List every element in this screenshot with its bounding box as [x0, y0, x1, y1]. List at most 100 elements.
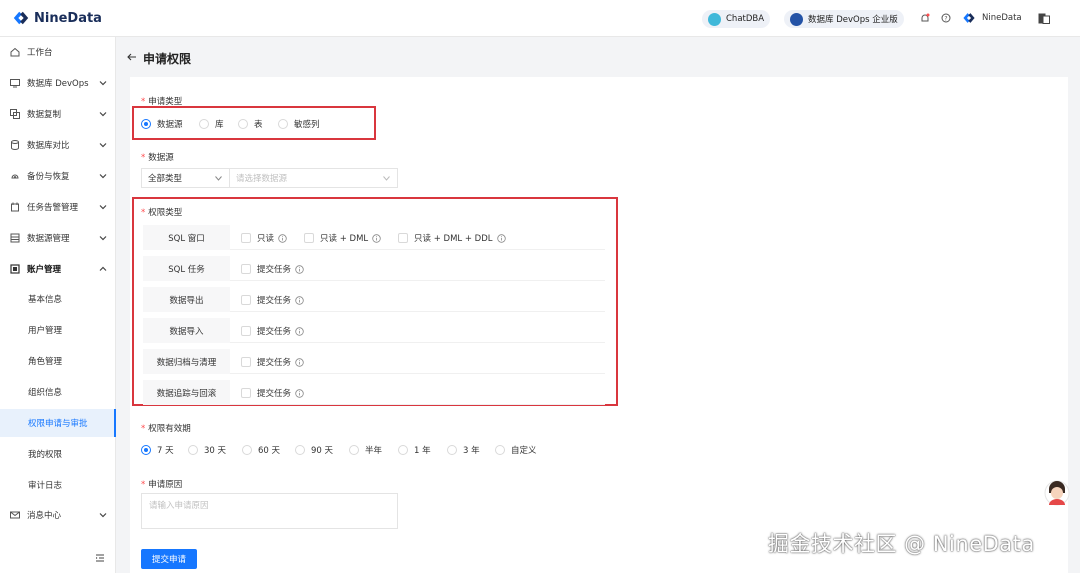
- permission-row-label: 数据追踪与回滚: [143, 380, 230, 405]
- info-icon[interactable]: [295, 388, 304, 398]
- checkbox-box: [241, 388, 251, 398]
- radio-custom[interactable]: 自定义: [495, 444, 537, 456]
- radio-60-days[interactable]: 60 天: [242, 444, 280, 456]
- info-icon[interactable]: [278, 233, 287, 243]
- radio-circle: [349, 445, 359, 455]
- product-edition-label: 数据库 DevOps 企业版: [808, 15, 898, 25]
- monitor-icon: [10, 79, 20, 88]
- user-name: NineData: [982, 13, 1022, 23]
- back-arrow-icon[interactable]: [127, 53, 137, 61]
- sidebar-item-label: 数据库 DevOps: [27, 79, 89, 89]
- sidebar-item-backup[interactable]: 备份与恢复: [0, 163, 116, 189]
- radio-7-days[interactable]: 7 天: [141, 444, 174, 456]
- radio-sensitive-column[interactable]: 敏感列: [278, 118, 320, 130]
- permission-row-label: 数据归档与清理: [143, 349, 230, 374]
- checkbox-readonly-dml[interactable]: 只读 + DML: [304, 232, 381, 244]
- radio-database[interactable]: 库: [199, 118, 224, 130]
- radio-90-days[interactable]: 90 天: [295, 444, 333, 456]
- radio-table[interactable]: 表: [238, 118, 263, 130]
- ninedata-logo-icon: [13, 11, 29, 25]
- radio-circle: [238, 119, 248, 129]
- user-menu[interactable]: NineData: [962, 11, 1022, 25]
- sidebar-subitem-roles[interactable]: 角色管理: [0, 347, 116, 375]
- chatdba-button[interactable]: ChatDBA: [702, 10, 771, 28]
- checkbox-submit-task[interactable]: 提交任务: [241, 356, 304, 368]
- sidebar-item-datasource[interactable]: 数据源管理: [0, 225, 116, 251]
- checkbox-readonly-dml-ddl[interactable]: 只读 + DML + DDL: [398, 232, 506, 244]
- info-icon[interactable]: [295, 326, 304, 336]
- radio-30-days[interactable]: 30 天: [188, 444, 226, 456]
- sidebar-item-label: 消息中心: [27, 511, 62, 521]
- sidebar-item-alarm[interactable]: 任务告警管理: [0, 194, 116, 220]
- watermark: 掘金技术社区 @ NineData: [768, 532, 1035, 556]
- reason-placeholder: 请输入申请原因: [149, 501, 209, 511]
- compare-icon: [11, 140, 19, 150]
- account-icon: [10, 264, 20, 274]
- sidebar-item-label: 备份与恢复: [27, 172, 70, 182]
- reason-textarea[interactable]: 请输入申请原因: [141, 493, 398, 529]
- chevron-up-icon: [99, 266, 107, 271]
- info-icon[interactable]: [295, 264, 304, 274]
- radio-circle: [188, 445, 198, 455]
- radio-3-years[interactable]: 3 年: [447, 444, 480, 456]
- sidebar-subitem-permission-approval[interactable]: 权限申请与审批: [0, 409, 116, 437]
- alarm-icon: [11, 202, 19, 212]
- datasource-type-select[interactable]: 全部类型: [141, 168, 230, 188]
- support-avatar-icon[interactable]: [1044, 479, 1070, 507]
- sidebar-item-messages[interactable]: 消息中心: [0, 502, 116, 528]
- checkbox-box: [304, 233, 314, 243]
- page-header: 申请权限: [117, 37, 1080, 75]
- permission-row-sql-task: SQL 任务 提交任务: [143, 256, 605, 281]
- checkbox-submit-task[interactable]: 提交任务: [241, 325, 304, 337]
- sidebar-subitem-audit-log[interactable]: 审计日志: [0, 471, 116, 499]
- sidebar-item-devops[interactable]: 数据库 DevOps: [0, 70, 116, 96]
- radio-circle: [242, 445, 252, 455]
- permission-row-label: SQL 任务: [143, 256, 230, 281]
- radio-circle: [295, 445, 305, 455]
- info-icon[interactable]: [295, 295, 304, 305]
- sidebar-item-replication[interactable]: 数据复制: [0, 101, 116, 127]
- sidebar-subitem-my-permissions[interactable]: 我的权限: [0, 440, 116, 468]
- product-edition-button[interactable]: 数据库 DevOps 企业版: [784, 10, 904, 28]
- chevron-down-icon: [383, 176, 390, 181]
- checkbox-submit-task[interactable]: 提交任务: [241, 387, 304, 399]
- info-icon[interactable]: [295, 357, 304, 367]
- help-icon[interactable]: ?: [941, 13, 951, 23]
- info-icon[interactable]: [372, 233, 381, 243]
- permission-row-archive: 数据归档与清理 提交任务: [143, 349, 605, 374]
- app-name: NineData: [34, 10, 102, 26]
- sidebar-subitem-label: 用户管理: [28, 326, 63, 336]
- radio-1-year[interactable]: 1 年: [398, 444, 431, 456]
- sidebar-subitem-users[interactable]: 用户管理: [0, 316, 116, 344]
- radio-circle: [141, 445, 151, 455]
- user-avatar-icon: [963, 13, 975, 23]
- radio-circle: [398, 445, 408, 455]
- checkbox-submit-task[interactable]: 提交任务: [241, 294, 304, 306]
- radio-half-year[interactable]: 半年: [349, 444, 382, 456]
- datasource-select[interactable]: 请选择数据源: [229, 168, 398, 188]
- permission-row-label: 数据导入: [143, 318, 230, 343]
- sidebar-subitem-label: 基本信息: [28, 295, 63, 305]
- checkbox-box: [241, 295, 251, 305]
- sidebar-item-label: 账户管理: [27, 265, 62, 275]
- sidebar-item-compare[interactable]: 数据库对比: [0, 132, 116, 158]
- radio-circle: [199, 119, 209, 129]
- checkbox-readonly[interactable]: 只读: [241, 232, 287, 244]
- collapse-sidebar-icon[interactable]: [95, 553, 105, 563]
- notification-icon[interactable]: [920, 13, 930, 23]
- chatdba-label: ChatDBA: [726, 14, 765, 24]
- sidebar-subitem-basic-info[interactable]: 基本信息: [0, 285, 116, 313]
- sidebar-item-workbench[interactable]: 工作台: [0, 39, 116, 65]
- sidebar-item-account[interactable]: 账户管理: [0, 256, 116, 282]
- submit-button[interactable]: 提交申请: [141, 549, 197, 569]
- validity-label: * 权限有效期: [141, 424, 191, 434]
- checkbox-submit-task[interactable]: 提交任务: [241, 263, 304, 275]
- chevron-down-icon: [99, 112, 107, 117]
- sidebar-subitem-org[interactable]: 组织信息: [0, 378, 116, 406]
- datasource-label: * 数据源: [141, 153, 174, 163]
- language-icon[interactable]: [1038, 13, 1050, 24]
- chevron-down-icon: [99, 236, 107, 241]
- logo[interactable]: NineData: [12, 9, 102, 27]
- info-icon[interactable]: [496, 233, 506, 243]
- radio-datasource[interactable]: 数据源: [141, 118, 183, 130]
